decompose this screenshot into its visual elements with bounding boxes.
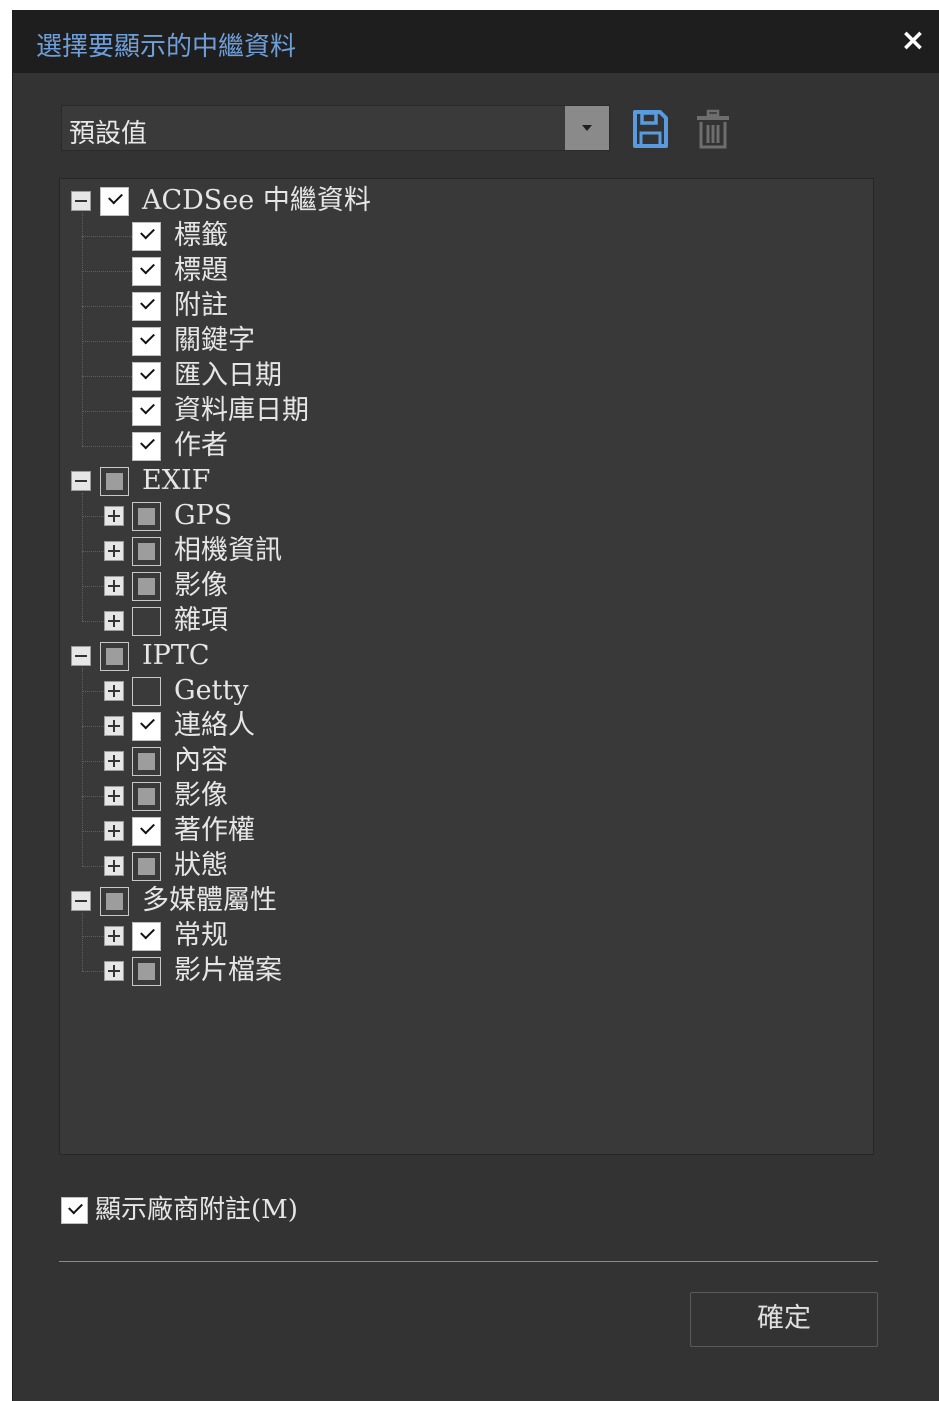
expand-icon[interactable] — [104, 751, 124, 771]
tree-node-label: 關鍵字 — [174, 325, 255, 356]
tree-node-checkbox[interactable] — [132, 607, 161, 636]
vendor-notes-checkbox[interactable] — [61, 1197, 88, 1224]
expand-icon[interactable] — [104, 926, 124, 946]
tree-node-checkbox[interactable] — [132, 257, 161, 286]
tree-group-node[interactable]: 多媒體屬性 — [60, 883, 860, 918]
tree-node-checkbox[interactable] — [100, 887, 129, 916]
tree-child-node[interactable]: 內容 — [60, 743, 860, 778]
tree-node-label: EXIF — [142, 465, 211, 496]
preset-selected-value: 預設值 — [69, 119, 148, 149]
tree-node-checkbox[interactable] — [132, 817, 161, 846]
tree-child-node[interactable]: 附註 — [60, 288, 860, 323]
tree-node-label: ACDSee 中繼資料 — [142, 185, 371, 216]
tree-node-label: 附註 — [174, 290, 228, 321]
vendor-notes-label: 顯示廠商附註(M) — [95, 1195, 298, 1225]
tree-node-checkbox[interactable] — [100, 642, 129, 671]
collapse-icon[interactable] — [71, 191, 91, 211]
tree-group-node[interactable]: IPTC — [60, 638, 860, 673]
trash-icon[interactable] — [695, 109, 731, 149]
metadata-select-dialog: 選擇要顯示的中繼資料 × 預設值 ACDSee 中繼資料標籤標題附註關鍵字匯入日… — [12, 10, 939, 1401]
tree-node-label: 內容 — [174, 745, 228, 776]
tree-node-label: 多媒體屬性 — [142, 885, 277, 916]
expand-icon[interactable] — [104, 541, 124, 561]
tree-node-checkbox[interactable] — [132, 782, 161, 811]
tree-node-label: 常规 — [174, 920, 228, 951]
tree-node-checkbox[interactable] — [132, 432, 161, 461]
expand-icon[interactable] — [104, 786, 124, 806]
expand-icon[interactable] — [104, 716, 124, 736]
tree-node-checkbox[interactable] — [132, 327, 161, 356]
tree-node-label: 影像 — [174, 780, 228, 811]
tree-node-checkbox[interactable] — [132, 362, 161, 391]
tree-group-node[interactable]: ACDSee 中繼資料 — [60, 183, 860, 218]
tree-node-label: 狀態 — [174, 850, 228, 881]
tree-node-label: 連絡人 — [174, 710, 255, 741]
tree-node-label: 影像 — [174, 570, 228, 601]
tree-node-checkbox[interactable] — [132, 677, 161, 706]
expand-icon[interactable] — [104, 611, 124, 631]
collapse-icon[interactable] — [71, 891, 91, 911]
tree-child-node[interactable]: 影片檔案 — [60, 953, 860, 988]
chevron-down-icon[interactable] — [565, 106, 609, 150]
tree-node-label: Getty — [174, 675, 249, 706]
tree-node-label: 資料庫日期 — [174, 395, 309, 426]
tree-node-checkbox[interactable] — [132, 222, 161, 251]
tree-node-checkbox[interactable] — [132, 502, 161, 531]
tree-node-label: 雜項 — [174, 605, 228, 636]
tree-child-node[interactable]: 關鍵字 — [60, 323, 860, 358]
tree-child-node[interactable]: 標題 — [60, 253, 860, 288]
tree-node-label: 標題 — [174, 255, 228, 286]
expand-icon[interactable] — [104, 506, 124, 526]
tree-node-checkbox[interactable] — [132, 852, 161, 881]
tree-child-node[interactable]: 作者 — [60, 428, 860, 463]
tree-child-node[interactable]: 資料庫日期 — [60, 393, 860, 428]
close-button[interactable]: × — [897, 24, 929, 58]
expand-icon[interactable] — [104, 681, 124, 701]
tree-child-node[interactable]: 連絡人 — [60, 708, 860, 743]
tree-node-checkbox[interactable] — [132, 292, 161, 321]
tree-node-label: 作者 — [174, 430, 228, 461]
tree-node-label: 匯入日期 — [174, 360, 282, 391]
tree-node-checkbox[interactable] — [132, 572, 161, 601]
tree-node-label: 相機資訊 — [174, 535, 282, 566]
tree-node-checkbox[interactable] — [100, 187, 129, 216]
separator — [59, 1261, 878, 1262]
expand-icon[interactable] — [104, 856, 124, 876]
tree-child-node[interactable]: 標籤 — [60, 218, 860, 253]
tree-node-checkbox[interactable] — [132, 537, 161, 566]
tree-child-node[interactable]: 影像 — [60, 568, 860, 603]
metadata-tree[interactable]: ACDSee 中繼資料標籤標題附註關鍵字匯入日期資料庫日期作者 EXIF GPS 相機… — [59, 178, 874, 1155]
collapse-icon[interactable] — [71, 471, 91, 491]
preset-dropdown[interactable]: 預設值 — [61, 105, 610, 151]
expand-icon[interactable] — [104, 576, 124, 596]
tree-child-node[interactable]: 常规 — [60, 918, 860, 953]
tree-node-checkbox[interactable] — [132, 957, 161, 986]
tree-group-node[interactable]: EXIF — [60, 463, 860, 498]
tree-node-checkbox[interactable] — [132, 747, 161, 776]
tree-child-node[interactable]: 著作權 — [60, 813, 860, 848]
title-bar: 選擇要顯示的中繼資料 × — [13, 10, 939, 73]
tree-child-node[interactable]: 匯入日期 — [60, 358, 860, 393]
expand-icon[interactable] — [104, 821, 124, 841]
save-icon[interactable] — [631, 109, 669, 149]
tree-child-node[interactable]: 雜項 — [60, 603, 860, 638]
tree-node-checkbox[interactable] — [132, 712, 161, 741]
tree-child-node[interactable]: 相機資訊 — [60, 533, 860, 568]
expand-icon[interactable] — [104, 961, 124, 981]
tree-child-node[interactable]: 影像 — [60, 778, 860, 813]
tree-node-checkbox[interactable] — [132, 397, 161, 426]
tree-node-label: GPS — [174, 500, 233, 531]
tree-child-node[interactable]: Getty — [60, 673, 860, 708]
tree-child-node[interactable]: GPS — [60, 498, 860, 533]
tree-node-label: 著作權 — [174, 815, 255, 846]
tree-node-checkbox[interactable] — [100, 467, 129, 496]
tree-node-checkbox[interactable] — [132, 922, 161, 951]
ok-button[interactable]: 確定 — [690, 1292, 878, 1347]
dialog-title: 選擇要顯示的中繼資料 — [36, 32, 297, 62]
tree-node-label: IPTC — [142, 640, 210, 671]
tree-child-node[interactable]: 狀態 — [60, 848, 860, 883]
tree-node-label: 影片檔案 — [174, 955, 282, 986]
collapse-icon[interactable] — [71, 646, 91, 666]
tree-node-label: 標籤 — [174, 220, 228, 251]
